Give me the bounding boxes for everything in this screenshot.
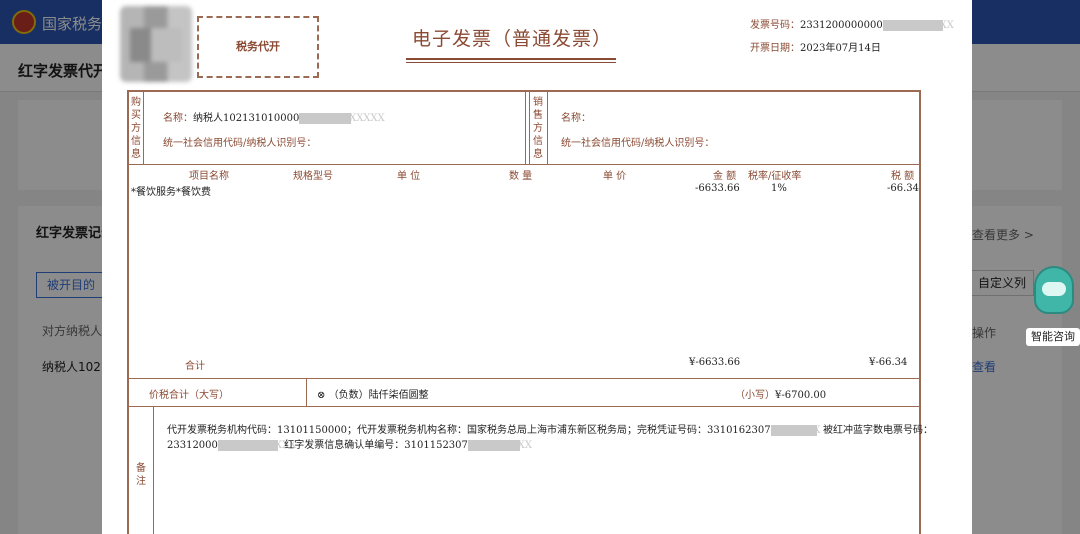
col-spec: 规格型号 [293,171,333,182]
col-item-name: 项目名称 [189,171,229,182]
invoice-title: 电子发票（普通发票） [411,28,612,50]
masked-value: XXXXXXXXX [467,440,532,451]
item-amount: -6633.66 [695,183,740,194]
col-amount: 金 额 [713,171,737,182]
assistant-label: 智能咨询 [1026,328,1080,346]
total-incl-tax-small: （小写）¥-6700.00 [735,390,827,401]
totals-label: 合计 [185,361,205,372]
col-tax: 税 额 [891,171,915,182]
invoice-number: 发票号码：2331200000000XXXXXXXXXX [750,20,954,31]
seller-side-label: 销售方信息 [533,97,543,160]
totals-amount: ¥-6633.66 [689,357,741,368]
item-name: *餐饮服务*餐饮费 [131,187,211,198]
invoice-table: 购买方信息 名称：纳税人102131010000XXXXXXXXXXXX 统一社… [127,90,933,534]
title-underline [406,62,616,63]
blurred-qr-code-icon [120,6,192,82]
buyer-tax-id-label: 统一社会信用代码/纳税人识别号： [163,138,317,149]
col-rate: 税率/征收率 [748,171,802,182]
seller-tax-id-label: 统一社会信用代码/纳税人识别号： [561,138,715,149]
masked-value: XXXXXXXXXXXX [299,113,385,124]
masked-value: XXXXXXXXXXX [217,440,297,451]
tax-agent-stamp: 税务代开 [197,16,319,78]
col-price: 单 价 [603,171,627,182]
title-underline [406,58,616,60]
robot-assistant-icon [1034,266,1074,314]
item-tax: -66.34 [887,183,920,194]
item-rate: 1% [771,183,787,194]
total-incl-tax-label: 价税合计（大写） [149,390,229,401]
total-incl-tax-words: ⊗ （负数）陆仟柒佰圆整 [317,390,429,401]
seller-name-label: 名称： [561,113,591,124]
buyer-name: 名称：纳税人102131010000XXXXXXXXXXXX [163,113,385,124]
issue-date: 开票日期：2023年07月14日 [750,43,881,54]
negative-circle-icon: ⊗ [317,390,326,401]
remarks-side-label: 备注 [136,463,146,487]
totals-tax: ¥-66.34 [869,357,908,368]
masked-value: XXXXXXXXXX [882,20,954,31]
smart-assistant[interactable]: 智能咨询 [1026,266,1080,346]
invoice-preview-modal: 税务代开 电子发票（普通发票） 发票号码：2331200000000XXXXXX… [102,0,972,534]
col-qty: 数 量 [509,171,533,182]
remarks-line-2: 23312000XXXXXXXXXXX 红字发票信息确认单编号：31011523… [167,440,532,451]
buyer-side-label: 购买方信息 [131,97,141,160]
masked-value: XXXXXXX [770,425,821,436]
remarks-line-1: 代开发票税务机构代码：13101150000；代开发票税务机构名称：国家税务总局… [167,425,933,436]
col-unit: 单 位 [397,171,421,182]
